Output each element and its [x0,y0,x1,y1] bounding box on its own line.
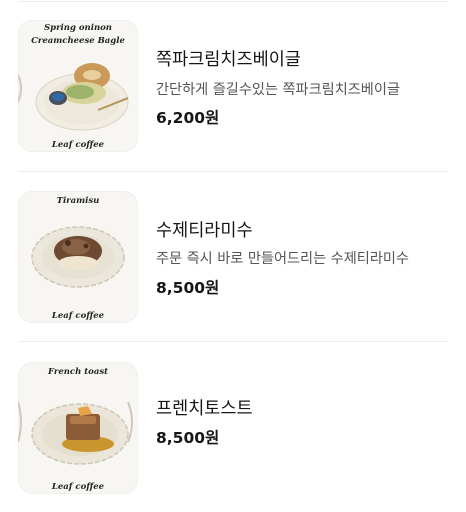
image-caption-line2: Creamcheese Bagle [31,36,125,46]
image-brand: Leaf coffee [51,482,105,492]
menu-list: Spring oninon Creamcheese Bagle Leaf cof… [0,0,466,494]
menu-item-price: 8,500원 [156,429,220,447]
menu-item-price: 6,200원 [156,109,220,127]
menu-item-image[interactable]: Spring oninon Creamcheese Bagle Leaf cof… [18,20,138,152]
menu-item-name: 프렌치토스트 [156,399,253,419]
image-caption-line1: Spring oninon [44,23,112,33]
image-brand: Leaf coffee [51,311,105,321]
menu-item-name: 쪽파크림치즈베이글 [156,50,301,70]
menu-item-tiramisu[interactable]: Tiramisu Leaf coffee 수제티라미수 주문 즉시 바로 만들어… [0,171,466,341]
menu-item-image[interactable]: Tiramisu Leaf coffee [18,191,138,323]
image-brand: Leaf coffee [51,140,105,150]
tiramisu-plate-illustration [31,226,125,288]
menu-item-image[interactable]: French toast Leaf coffee [18,362,138,494]
image-caption-line1: Tiramisu [56,196,100,206]
menu-item-spring-onion-bagel[interactable]: Spring oninon Creamcheese Bagle Leaf cof… [0,0,466,170]
menu-item-name: 수제티라미수 [156,221,253,241]
menu-item-french-toast[interactable]: French toast Leaf coffee 프렌치토스트 8,500원 [0,342,466,512]
menu-item-description: 간단하게 즐길수있는 쪽파크림치즈베이글 [156,82,400,98]
menu-item-description: 주문 즉시 바로 만들어드리는 수제티라미수 [156,251,409,267]
image-caption-line1: French toast [47,367,109,377]
french-toast-plate-illustration [18,401,133,465]
menu-item-price: 8,500원 [156,279,220,297]
